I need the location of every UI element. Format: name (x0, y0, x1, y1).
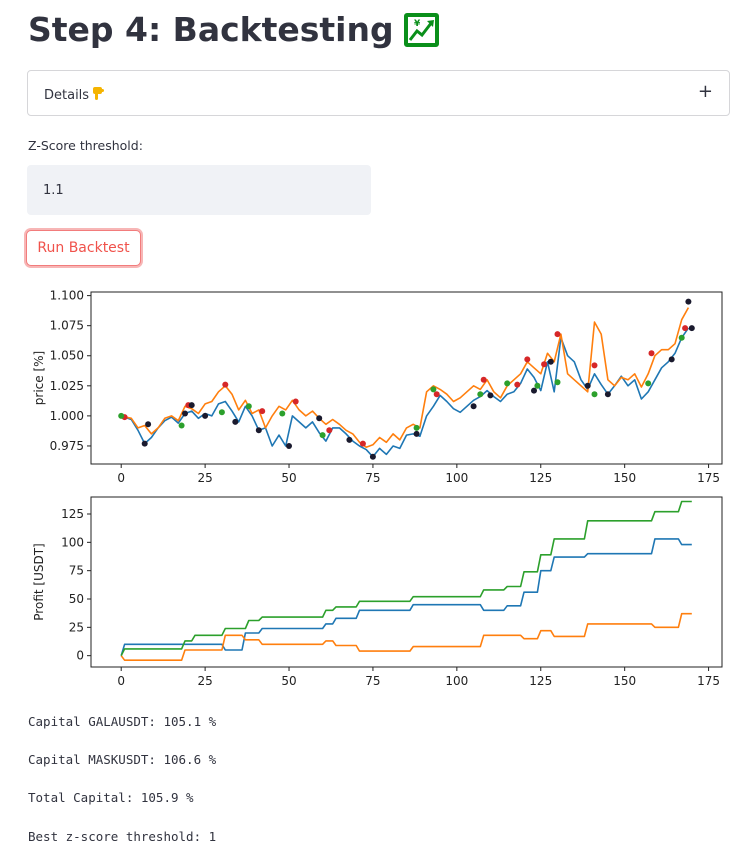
trade-marker (514, 381, 521, 388)
y-axis-label: price [%] (32, 351, 46, 405)
best-zscore-text: Best z-score threshold: 1 (28, 829, 217, 844)
trade-marker (524, 356, 531, 363)
trade-marker (470, 403, 477, 410)
x-tick-label: 50 (281, 674, 296, 688)
details-expander[interactable]: Details + (27, 70, 730, 116)
y-axis-label: Profit [USDT] (32, 543, 46, 620)
trade-marker (292, 398, 299, 405)
trade-marker (279, 410, 286, 417)
trade-marker (316, 415, 323, 422)
trade-marker (504, 380, 511, 387)
trade-marker (245, 403, 252, 410)
trade-marker (413, 430, 420, 437)
backtest-charts: 0 25 50 75 100 125 150 175 0.975 1.000 1.025 1.050 1… (32, 289, 723, 688)
trade-marker (188, 402, 195, 409)
zscore-threshold-input[interactable] (27, 165, 371, 215)
y-tick-label: 1.000 (50, 409, 84, 423)
trade-marker (487, 392, 494, 399)
trade-marker (222, 381, 229, 388)
trade-marker (141, 440, 148, 447)
x-tick-label: 0 (117, 471, 125, 485)
trade-marker (145, 421, 152, 428)
y-tick-label: 100 (61, 535, 84, 549)
trade-marker (232, 418, 239, 425)
trade-marker (541, 361, 548, 368)
y-tick-label: 1.050 (50, 349, 84, 363)
trade-marker (255, 427, 262, 434)
run-backtest-button[interactable]: Run Backtest (26, 230, 141, 266)
y-tick-label: 25 (69, 620, 84, 634)
y-tick-label: 0.975 (50, 439, 84, 453)
trade-marker (682, 325, 689, 332)
trade-marker (648, 350, 655, 357)
y-tick-label: 125 (61, 507, 84, 521)
svg-text:¥: ¥ (414, 19, 421, 29)
trade-marker (259, 408, 266, 415)
x-tick-label: 25 (197, 674, 212, 688)
x-tick-label: 175 (697, 674, 720, 688)
plot-frame (90, 291, 723, 465)
x-tick-label: 150 (613, 471, 636, 485)
y-tick-label: 1.100 (50, 289, 84, 303)
trade-marker (480, 376, 487, 383)
trade-marker (531, 387, 537, 394)
chart-increasing-yen-icon: ¥ (403, 12, 439, 47)
trade-marker (547, 358, 554, 365)
y-tick-label: 75 (69, 564, 84, 578)
x-tick-label: 50 (281, 471, 296, 485)
x-tick-label: 175 (697, 471, 720, 485)
trade-marker (369, 453, 376, 460)
trade-marker (430, 386, 437, 393)
y-tick-label: 1.025 (50, 379, 84, 393)
y-tick-label: 50 (69, 592, 84, 606)
page-title: Step 4: Backtesting ¥ (28, 10, 439, 49)
trade-marker (685, 298, 692, 305)
trade-marker (202, 412, 209, 419)
trade-marker (584, 382, 591, 389)
trade-marker (554, 331, 561, 338)
details-expander-label: Details (44, 86, 105, 103)
trade-marker (554, 379, 561, 386)
trade-marker (591, 362, 598, 369)
trade-marker (319, 432, 326, 439)
capital-maskusdt-text: Capital MASKUSDT: 106.6 % (28, 752, 217, 767)
trade-marker (688, 325, 695, 332)
page-title-text: Step 4: Backtesting (28, 10, 394, 49)
trade-marker (178, 422, 185, 429)
plus-icon[interactable]: + (698, 81, 713, 103)
chart-2: 0 25 50 75 100 125 150 175 0 25 50 75 100 125 Profit [… (32, 496, 723, 688)
trade-marker (678, 334, 685, 341)
x-tick-label: 25 (197, 471, 212, 485)
trade-marker (218, 409, 225, 416)
y-tick-label: 0 (76, 649, 84, 663)
x-tick-label: 100 (445, 674, 468, 688)
x-tick-label: 125 (529, 674, 552, 688)
trade-marker (359, 440, 366, 447)
x-tick-label: 75 (365, 674, 380, 688)
trade-marker (326, 427, 333, 434)
trade-marker (604, 391, 611, 398)
x-tick-label: 75 (365, 471, 380, 485)
zscore-threshold-label: Z-Score threshold: (28, 138, 143, 153)
chart-1: 0 25 50 75 100 125 150 175 0.975 1.000 1.025 1.050 1… (32, 289, 723, 485)
trade-marker (645, 380, 652, 387)
trade-marker (346, 436, 353, 443)
x-tick-label: 125 (529, 471, 552, 485)
trade-marker (182, 410, 188, 417)
x-tick-label: 100 (445, 471, 468, 485)
total-capital-text: Total Capital: 105.9 % (28, 790, 194, 805)
trade-marker (413, 424, 420, 431)
hand-pointing-down-icon (92, 86, 105, 103)
trade-marker (668, 356, 675, 363)
details-label-text: Details (44, 88, 90, 103)
x-tick-label: 0 (117, 674, 125, 688)
x-tick-label: 150 (613, 674, 636, 688)
trade-marker (591, 391, 598, 398)
y-tick-label: 1.075 (50, 319, 84, 333)
trade-marker (286, 443, 292, 449)
capital-galausdt-text: Capital GALAUSDT: 105.1 % (28, 714, 217, 729)
trade-marker (477, 391, 484, 398)
trade-marker (118, 412, 125, 419)
